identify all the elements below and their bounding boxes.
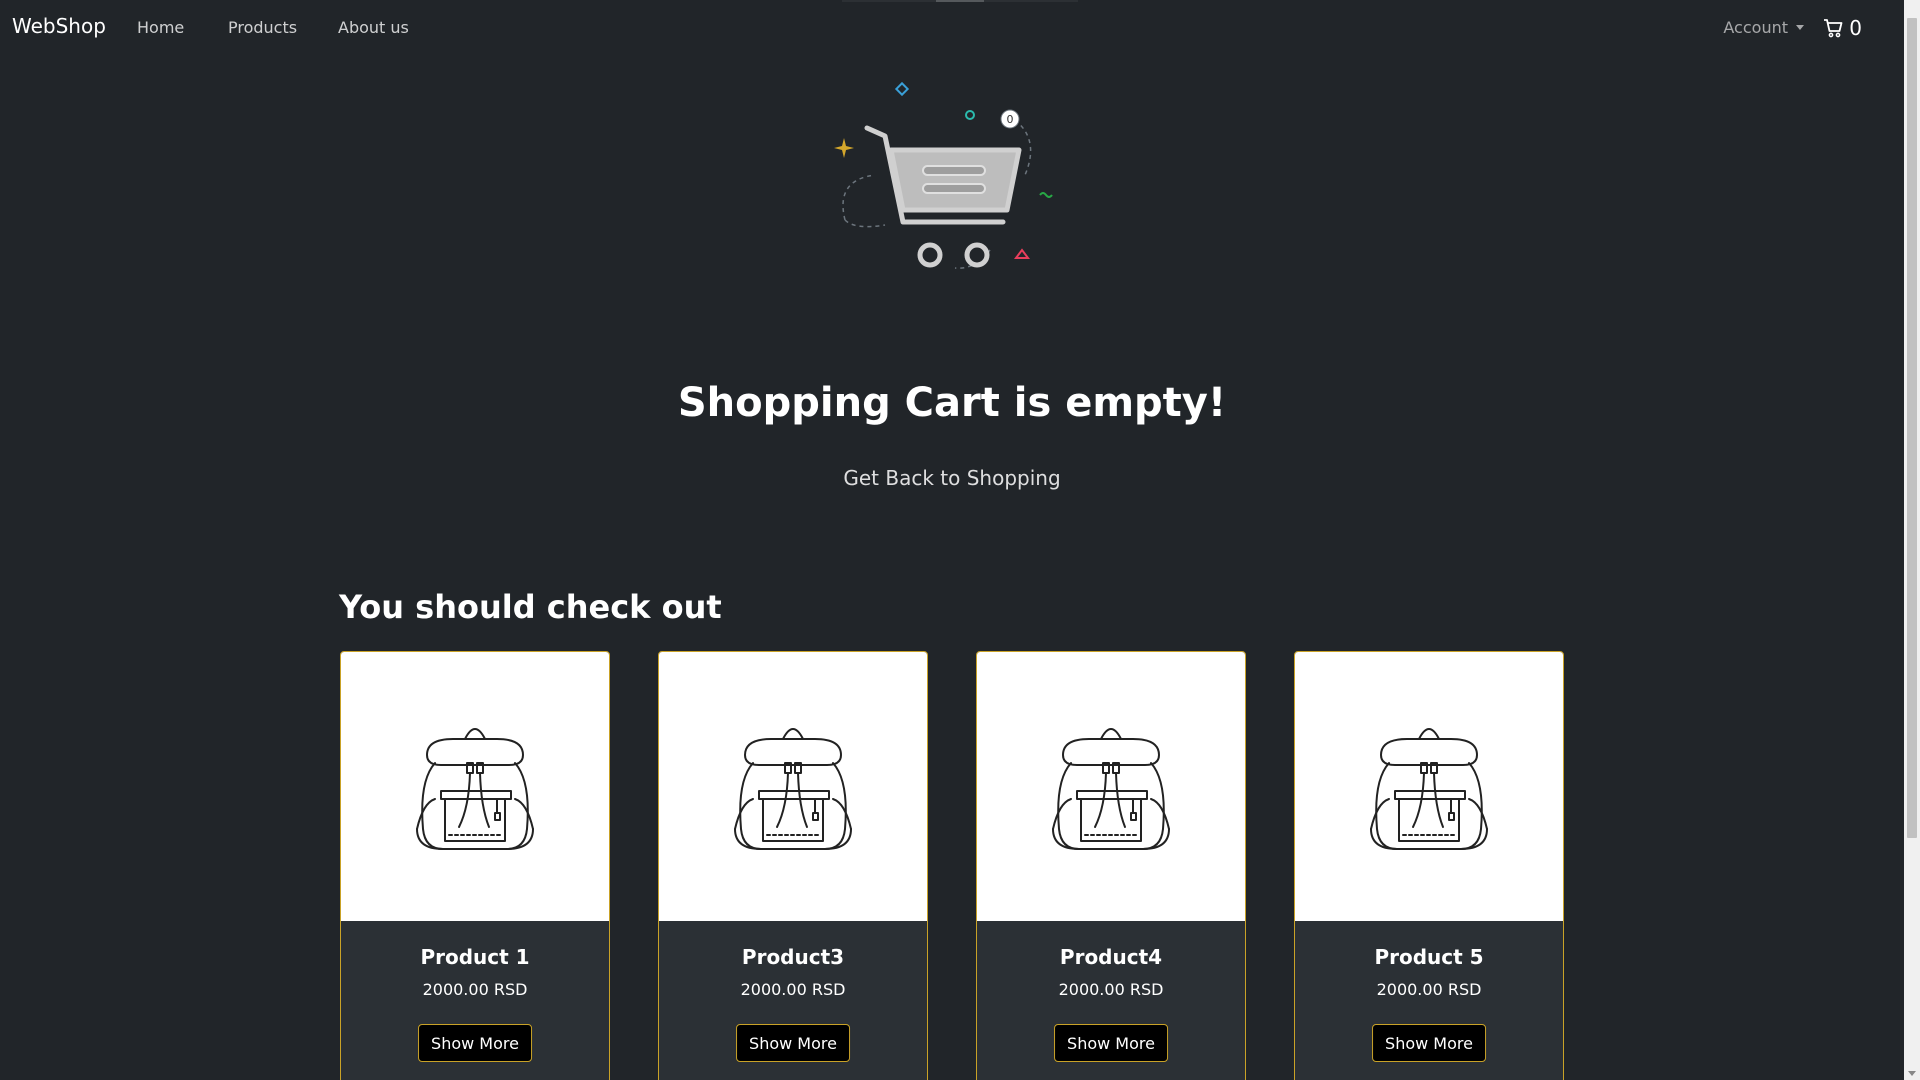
product-cards: Product 1 2000.00 RSD Show More Product3…	[340, 651, 1565, 1080]
product-price: 2000.00 RSD	[740, 980, 846, 999]
product-card: Product 5 2000.00 RSD Show More	[1294, 651, 1564, 1080]
back-to-shopping-link[interactable]: Get Back to Shopping	[0, 466, 1904, 490]
backpack-icon	[1052, 727, 1170, 850]
product-name: Product 1	[420, 945, 530, 969]
product-card: Product 1 2000.00 RSD Show More	[340, 651, 610, 1080]
cart-icon	[1824, 19, 1843, 38]
show-more-button[interactable]: Show More	[736, 1024, 850, 1062]
show-more-button[interactable]: Show More	[1372, 1024, 1486, 1062]
product-card: Product4 2000.00 RSD Show More	[976, 651, 1246, 1080]
account-label: Account	[1723, 18, 1788, 37]
product-image	[341, 652, 609, 921]
nav-link-products[interactable]: Products	[228, 18, 297, 37]
product-price: 2000.00 RSD	[1058, 980, 1164, 999]
navbar: WebShop Home Products About us Account 0	[0, 0, 1904, 56]
nav-link-home[interactable]: Home	[137, 18, 184, 37]
scrollbar-thumb[interactable]	[1907, 18, 1917, 838]
show-more-button[interactable]: Show More	[418, 1024, 532, 1062]
backpack-icon	[1370, 727, 1488, 850]
empty-cart-illustration: 0	[834, 81, 1053, 269]
brand-link[interactable]: WebShop	[12, 14, 106, 38]
account-dropdown[interactable]: Account	[1723, 18, 1804, 37]
cart-count: 0	[1849, 16, 1862, 40]
cart-illustration-badge: 0	[1007, 113, 1014, 126]
product-price: 2000.00 RSD	[1376, 980, 1482, 999]
product-name: Product4	[1059, 945, 1163, 969]
backpack-icon	[416, 727, 534, 850]
product-image	[977, 652, 1245, 921]
product-price: 2000.00 RSD	[422, 980, 528, 999]
empty-cart-title: Shopping Cart is empty!	[677, 380, 1227, 426]
product-card: Product3 2000.00 RSD Show More	[658, 651, 928, 1080]
backpack-icon	[734, 727, 852, 850]
recommendations-title: You should check out	[339, 588, 722, 626]
caret-down-icon	[1796, 25, 1804, 30]
cart-button[interactable]: 0	[1823, 16, 1862, 40]
product-image	[659, 652, 927, 921]
product-image	[1295, 652, 1563, 921]
product-name: Product 5	[1374, 945, 1484, 969]
page-scrollbar[interactable]	[1904, 0, 1920, 1080]
scroll-down-arrow-icon[interactable]	[1908, 1071, 1916, 1076]
nav-link-about[interactable]: About us	[338, 18, 409, 37]
show-more-button[interactable]: Show More	[1054, 1024, 1168, 1062]
product-name: Product3	[741, 945, 845, 969]
